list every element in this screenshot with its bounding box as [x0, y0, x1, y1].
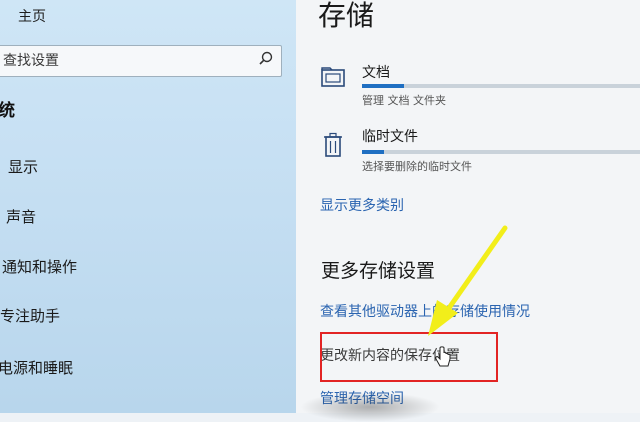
hand-cursor-icon [435, 346, 451, 367]
yellow-arrow-annotation [428, 225, 508, 336]
